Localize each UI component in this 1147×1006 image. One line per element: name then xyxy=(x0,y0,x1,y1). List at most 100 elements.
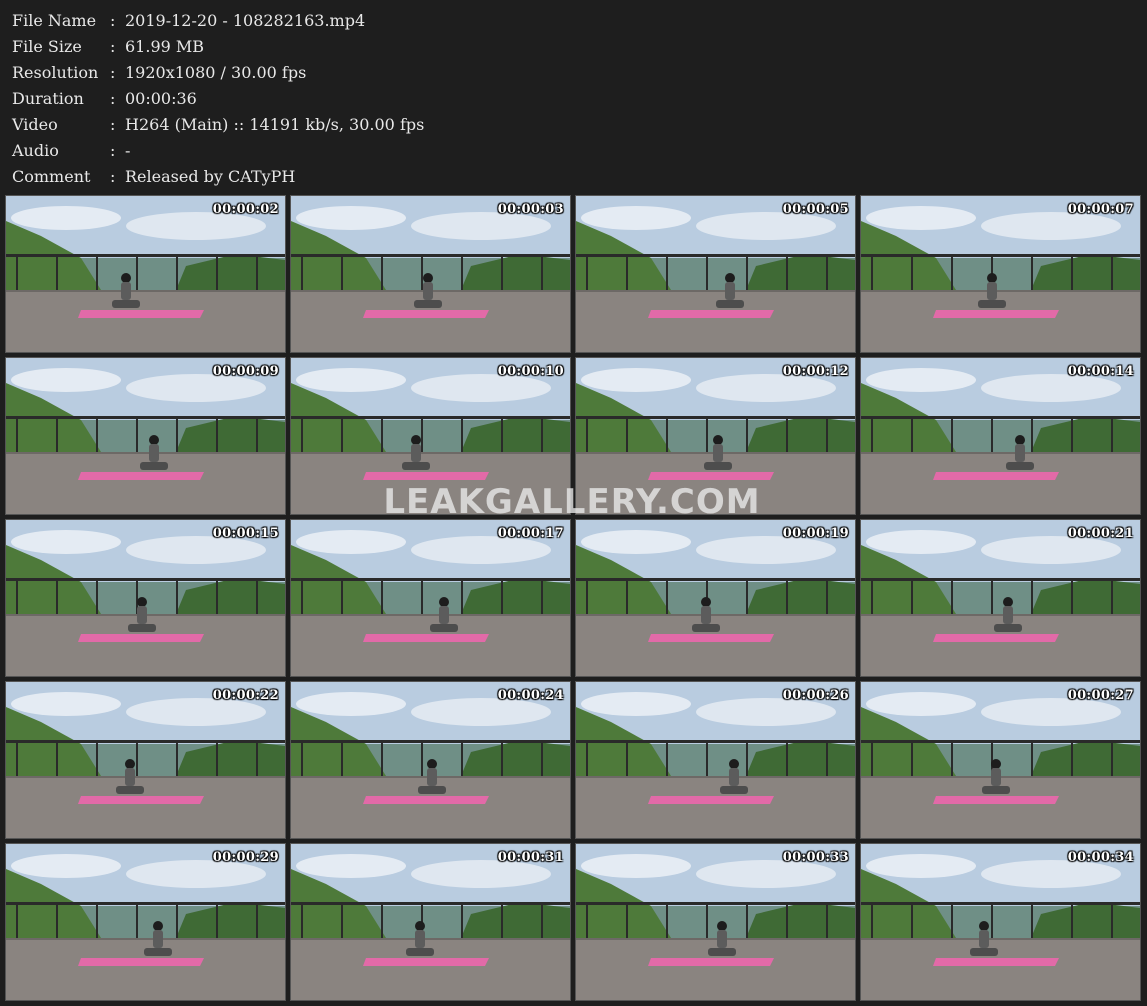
yoga-mat xyxy=(648,796,774,804)
thumbnail-timestamp: 00:00:07 xyxy=(1067,202,1134,217)
railing-post xyxy=(1111,578,1113,614)
video-thumbnail[interactable]: 00:00:09 xyxy=(5,357,286,515)
railing-post xyxy=(421,578,423,614)
thumbnail-frame xyxy=(576,844,855,1000)
railing-post xyxy=(746,254,748,290)
video-thumbnail[interactable]: 00:00:15 xyxy=(5,519,286,677)
railing-post xyxy=(666,416,668,452)
thumbnail-timestamp: 00:00:34 xyxy=(1067,850,1134,865)
railing-post xyxy=(1111,254,1113,290)
railing-top xyxy=(291,254,570,257)
railing-post xyxy=(421,254,423,290)
thumbnail-frame xyxy=(291,358,570,514)
railing-top xyxy=(861,416,1140,419)
person-legs xyxy=(116,786,144,794)
thumbnail-timestamp: 00:00:21 xyxy=(1067,526,1134,541)
thumbnail-frame xyxy=(861,520,1140,676)
railing-post xyxy=(341,254,343,290)
railing-post xyxy=(1031,416,1033,452)
yoga-mat xyxy=(78,310,204,318)
person-head xyxy=(149,435,159,445)
video-thumbnail[interactable]: 00:00:19 xyxy=(575,519,856,677)
person-head xyxy=(153,921,163,931)
railing-post xyxy=(991,416,993,452)
video-thumbnail[interactable]: 00:00:10 xyxy=(290,357,571,515)
thumbnail-timestamp: 00:00:05 xyxy=(782,202,849,217)
railing-post xyxy=(301,254,303,290)
info-colon: : xyxy=(110,167,116,186)
info-row-file-name: File Name : 2019-12-20 - 108282163.mp4 xyxy=(12,8,712,34)
deck xyxy=(291,452,570,514)
person-legs xyxy=(978,300,1006,308)
info-row-resolution: Resolution : 1920x1080 / 30.00 fps xyxy=(12,60,712,86)
deck xyxy=(6,452,285,514)
cloud xyxy=(296,530,406,554)
railing-post xyxy=(256,254,258,290)
video-thumbnail[interactable]: 00:00:27 xyxy=(860,681,1141,839)
railing-post xyxy=(16,902,18,938)
railing-post xyxy=(136,740,138,776)
person-head xyxy=(415,921,425,931)
railing-top xyxy=(291,416,570,419)
deck-edge xyxy=(291,452,570,454)
deck-edge xyxy=(576,938,855,940)
railing-post xyxy=(461,902,463,938)
thumbnail-frame xyxy=(861,196,1140,352)
person-torso xyxy=(991,768,1001,786)
info-label: Duration xyxy=(12,89,84,108)
video-thumbnail[interactable]: 00:00:07 xyxy=(860,195,1141,353)
video-thumbnail[interactable]: 00:00:21 xyxy=(860,519,1141,677)
railing-post xyxy=(541,254,543,290)
deck-edge xyxy=(861,938,1140,940)
video-thumbnail[interactable]: 00:00:14 xyxy=(860,357,1141,515)
person-head xyxy=(717,921,727,931)
railing-post xyxy=(136,416,138,452)
person-legs xyxy=(716,300,744,308)
yoga-mat xyxy=(648,958,774,966)
person-torso xyxy=(987,282,997,300)
railing-post xyxy=(501,902,503,938)
railing-post xyxy=(991,578,993,614)
railing-post xyxy=(1031,254,1033,290)
deck xyxy=(6,290,285,352)
video-thumbnail[interactable]: 00:00:17 xyxy=(290,519,571,677)
video-thumbnail[interactable]: 00:00:24 xyxy=(290,681,571,839)
video-thumbnail[interactable]: 00:00:05 xyxy=(575,195,856,353)
railing-post xyxy=(216,254,218,290)
thumbnail-grid: 00:00:02 00:00:03 00:00:05 00:00:07 00:00:09… xyxy=(5,195,1144,1001)
video-thumbnail[interactable]: 00:00:34 xyxy=(860,843,1141,1001)
railing-post xyxy=(461,416,463,452)
video-thumbnail[interactable]: 00:00:03 xyxy=(290,195,571,353)
railing-post xyxy=(666,254,668,290)
railing-post xyxy=(1031,902,1033,938)
video-thumbnail[interactable]: 00:00:31 xyxy=(290,843,571,1001)
person-legs xyxy=(430,624,458,632)
thumbnail-timestamp: 00:00:19 xyxy=(782,526,849,541)
railing-post xyxy=(501,740,503,776)
video-thumbnail[interactable]: 00:00:22 xyxy=(5,681,286,839)
person-torso xyxy=(717,930,727,948)
video-thumbnail[interactable]: 00:00:12 xyxy=(575,357,856,515)
railing-post xyxy=(96,902,98,938)
railing-post xyxy=(96,740,98,776)
railing-post xyxy=(1031,578,1033,614)
deck-edge xyxy=(576,290,855,292)
railing-post xyxy=(16,578,18,614)
railing-post xyxy=(1071,416,1073,452)
info-value: Released by CATyPH xyxy=(125,167,296,186)
railing-post xyxy=(786,578,788,614)
person-torso xyxy=(1015,444,1025,462)
railing-post xyxy=(256,740,258,776)
video-thumbnail[interactable]: 00:00:33 xyxy=(575,843,856,1001)
railing-post xyxy=(56,416,58,452)
person-legs xyxy=(708,948,736,956)
video-thumbnail[interactable]: 00:00:02 xyxy=(5,195,286,353)
video-thumbnail[interactable]: 00:00:26 xyxy=(575,681,856,839)
deck-edge xyxy=(291,614,570,616)
video-thumbnail[interactable]: 00:00:29 xyxy=(5,843,286,1001)
person-head xyxy=(713,435,723,445)
cloud xyxy=(581,368,691,392)
railing-post xyxy=(301,902,303,938)
person-head xyxy=(423,273,433,283)
info-value: 2019-12-20 - 108282163.mp4 xyxy=(125,11,366,30)
